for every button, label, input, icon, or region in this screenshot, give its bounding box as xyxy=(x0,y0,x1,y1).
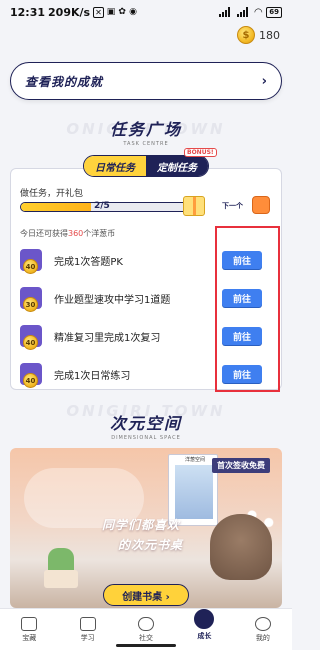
today-prefix: 今日还可获得 xyxy=(20,229,68,238)
hd-icon: ✕ xyxy=(93,6,104,18)
signal-icon xyxy=(218,7,233,17)
book-title: 洋葱空间 xyxy=(185,457,206,463)
signal-icon-2 xyxy=(236,7,251,17)
task-row: 30 作业题型速攻中学习1道题 前往 xyxy=(20,282,274,314)
next-gift-icon[interactable] xyxy=(252,196,270,214)
task-row: 40 完成1次答题PK 前往 xyxy=(20,244,274,276)
task-label: 作业题型速攻中学习1道题 xyxy=(54,294,171,306)
treasure-icon xyxy=(21,616,38,631)
task-label: 精准复习里完成1次复习 xyxy=(54,332,161,344)
book-icon xyxy=(79,616,96,631)
reward-amount: 40 xyxy=(23,373,38,388)
chevron-right-icon: › xyxy=(261,73,267,89)
free-first-badge: 首次签收免费 xyxy=(212,458,270,473)
task-label: 完成1次答题PK xyxy=(54,256,123,268)
task-row: 40 完成1次日常练习 前往 xyxy=(20,358,274,390)
teddy-bear-image xyxy=(210,514,272,580)
go-button[interactable]: 前往 xyxy=(222,365,262,383)
achievement-label: 查看我的成就 xyxy=(25,74,104,89)
notification-icon: ▣ ✿ ◉ xyxy=(106,7,137,17)
nav-label: 宝藏 xyxy=(22,633,37,642)
nav-label: 我的 xyxy=(255,633,270,642)
wifi-icon: ◠ xyxy=(254,6,263,18)
today-earnings-line: 今日还可获得360个洋葱币 xyxy=(20,228,115,239)
space-section-header: 次元空间 DIMENSIONAL SPACE xyxy=(0,410,292,441)
status-time: 12:31 xyxy=(10,5,46,19)
next-gift-label: 下一个 xyxy=(222,202,243,210)
task-row: 40 精准复习里完成1次复习 前往 xyxy=(20,320,274,352)
view-achievements-button[interactable]: 查看我的成就 › xyxy=(10,62,282,100)
banner-slogan-line2: 的次元书桌 xyxy=(118,538,184,552)
go-button[interactable]: 前往 xyxy=(222,251,262,269)
task-reward-icon: 30 xyxy=(20,287,42,312)
task-tabs: 日常任务 定制任务 xyxy=(83,155,209,177)
gift-title: 做任务，开礼包 xyxy=(20,189,84,199)
chat-icon xyxy=(138,616,155,631)
progress-text: 2/5 xyxy=(94,201,110,211)
nav-label: 社交 xyxy=(139,633,154,642)
bonus-badge: BONUS! xyxy=(184,148,217,157)
task-reward-icon: 40 xyxy=(20,325,42,350)
nav-label: 成长 xyxy=(197,631,212,640)
create-desk-button[interactable]: 创建书桌 › xyxy=(103,584,189,606)
status-speed: 209K/s xyxy=(48,5,91,19)
coin-balance[interactable]: $ 180 xyxy=(237,26,280,44)
task-section-header: 任务广场 TASK CENTRE xyxy=(0,116,292,147)
task-reward-icon: 40 xyxy=(20,249,42,274)
task-section-title: 任务广场 xyxy=(109,120,182,139)
status-bar: 12:31 209K/s ✕ ▣ ✿ ◉ ◠ 69 xyxy=(0,0,292,24)
tab-custom-tasks[interactable]: 定制任务 xyxy=(146,156,208,176)
today-suffix: 个洋葱币 xyxy=(83,229,116,238)
space-section-subtitle: DIMENSIONAL SPACE xyxy=(111,435,181,441)
nav-label: 学习 xyxy=(80,633,95,642)
today-amount: 360 xyxy=(68,229,84,238)
gesture-bar xyxy=(116,644,176,647)
reward-amount: 30 xyxy=(23,297,38,312)
progress-fill xyxy=(21,203,92,211)
coin-icon: $ xyxy=(237,26,255,44)
banner-slogan-line1: 同学们都喜欢 xyxy=(102,518,181,532)
space-section-title: 次元空间 xyxy=(109,414,182,433)
reward-amount: 40 xyxy=(23,335,38,350)
task-reward-icon: 40 xyxy=(20,363,42,388)
gift-box-icon[interactable] xyxy=(183,196,205,216)
go-button[interactable]: 前往 xyxy=(222,327,262,345)
coin-count: 180 xyxy=(259,28,280,42)
nav-study[interactable]: 学习 xyxy=(58,609,116,650)
reward-amount: 40 xyxy=(23,259,38,274)
battery-icon: 69 xyxy=(266,6,282,18)
profile-icon xyxy=(254,616,271,631)
task-label: 完成1次日常练习 xyxy=(54,370,131,382)
growth-icon xyxy=(194,608,215,629)
nav-growth[interactable]: 成长 xyxy=(175,608,233,650)
nav-treasure[interactable]: 宝藏 xyxy=(0,609,58,650)
pot-image xyxy=(44,570,78,588)
task-section-subtitle: TASK CENTRE xyxy=(123,141,169,147)
go-button[interactable]: 前往 xyxy=(222,289,262,307)
nav-profile[interactable]: 我的 xyxy=(234,609,292,650)
tab-daily-tasks[interactable]: 日常任务 xyxy=(84,156,146,176)
